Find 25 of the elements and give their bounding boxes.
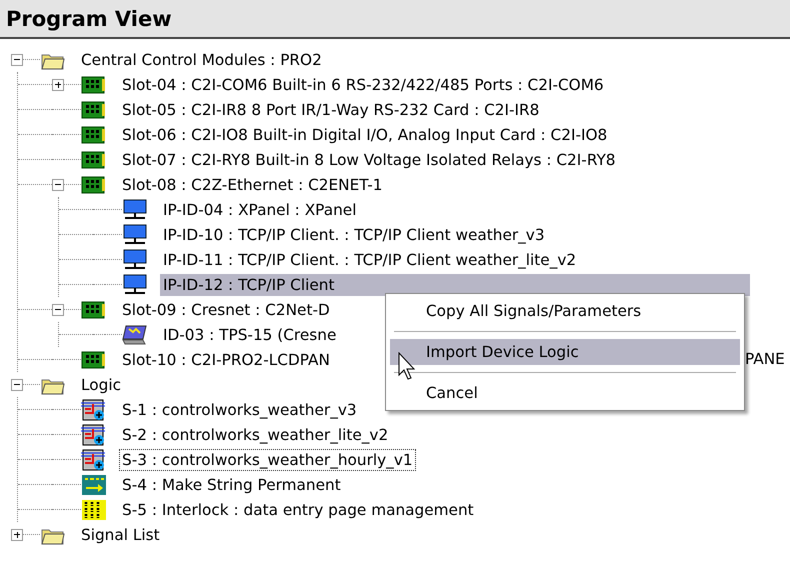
panel-title: Program View: [6, 6, 172, 33]
tree-item[interactable]: S-5 : Interlock : data entry page management: [119, 498, 477, 520]
tree-item[interactable]: IP-ID-12 : TCP/IP Client: [160, 274, 750, 296]
menu-item[interactable]: Copy All Signals/Parameters: [390, 298, 740, 324]
tree-item[interactable]: S-1 : controlworks_weather_v3: [119, 398, 360, 420]
tree-item[interactable]: Central Control Modules : PRO2: [78, 48, 325, 70]
tree-item[interactable]: Slot-04 : C2I-COM6 Built-in 6 RS-232/422/485 Ports : C2I-COM6: [119, 74, 607, 96]
tree-item[interactable]: Logic: [78, 374, 124, 396]
tree-item[interactable]: S-3 : controlworks_weather_hourly_v1: [119, 448, 416, 470]
tree-item[interactable]: ID-03 : TPS-15 (Cresne: [160, 324, 340, 346]
tree-item[interactable]: IP-ID-11 : TCP/IP Client. : TCP/IP Client weather_lite_v2: [160, 248, 580, 270]
tree-item[interactable]: IP-ID-10 : TCP/IP Client. : TCP/IP Client weather_v3: [160, 224, 548, 246]
menu-item[interactable]: Cancel: [390, 380, 740, 406]
tree-item[interactable]: S-4 : Make String Permanent: [119, 474, 344, 496]
tree-item-text: PANE: [745, 349, 785, 369]
tree-item[interactable]: Slot-09 : Cresnet : C2Net-D: [119, 298, 333, 320]
tree-item[interactable]: Slot-06 : C2I-IO8 Built-in Digital I/O, Analog Input Card : C2I-IO8: [119, 124, 610, 146]
tree-item[interactable]: Slot-10 : C2I-PRO2-LCDPAN: [119, 348, 333, 370]
tree-item[interactable]: Slot-08 : C2Z-Ethernet : C2ENET-1: [119, 174, 386, 196]
tree-item[interactable]: Signal List: [78, 524, 163, 546]
tree-item[interactable]: Slot-07 : C2I-RY8 Built-in 8 Low Voltage Isolated Relays : C2I-RY8: [119, 148, 619, 170]
tree-item[interactable]: S-2 : controlworks_weather_lite_v2: [119, 424, 392, 446]
menu-item[interactable]: Import Device Logic: [390, 339, 740, 365]
tree-item[interactable]: IP-ID-04 : XPanel : XPanel: [160, 198, 360, 220]
tree-item[interactable]: Slot-05 : C2I-IR8 8 Port IR/1-Way RS-232 Card : C2I-IR8: [119, 98, 542, 120]
